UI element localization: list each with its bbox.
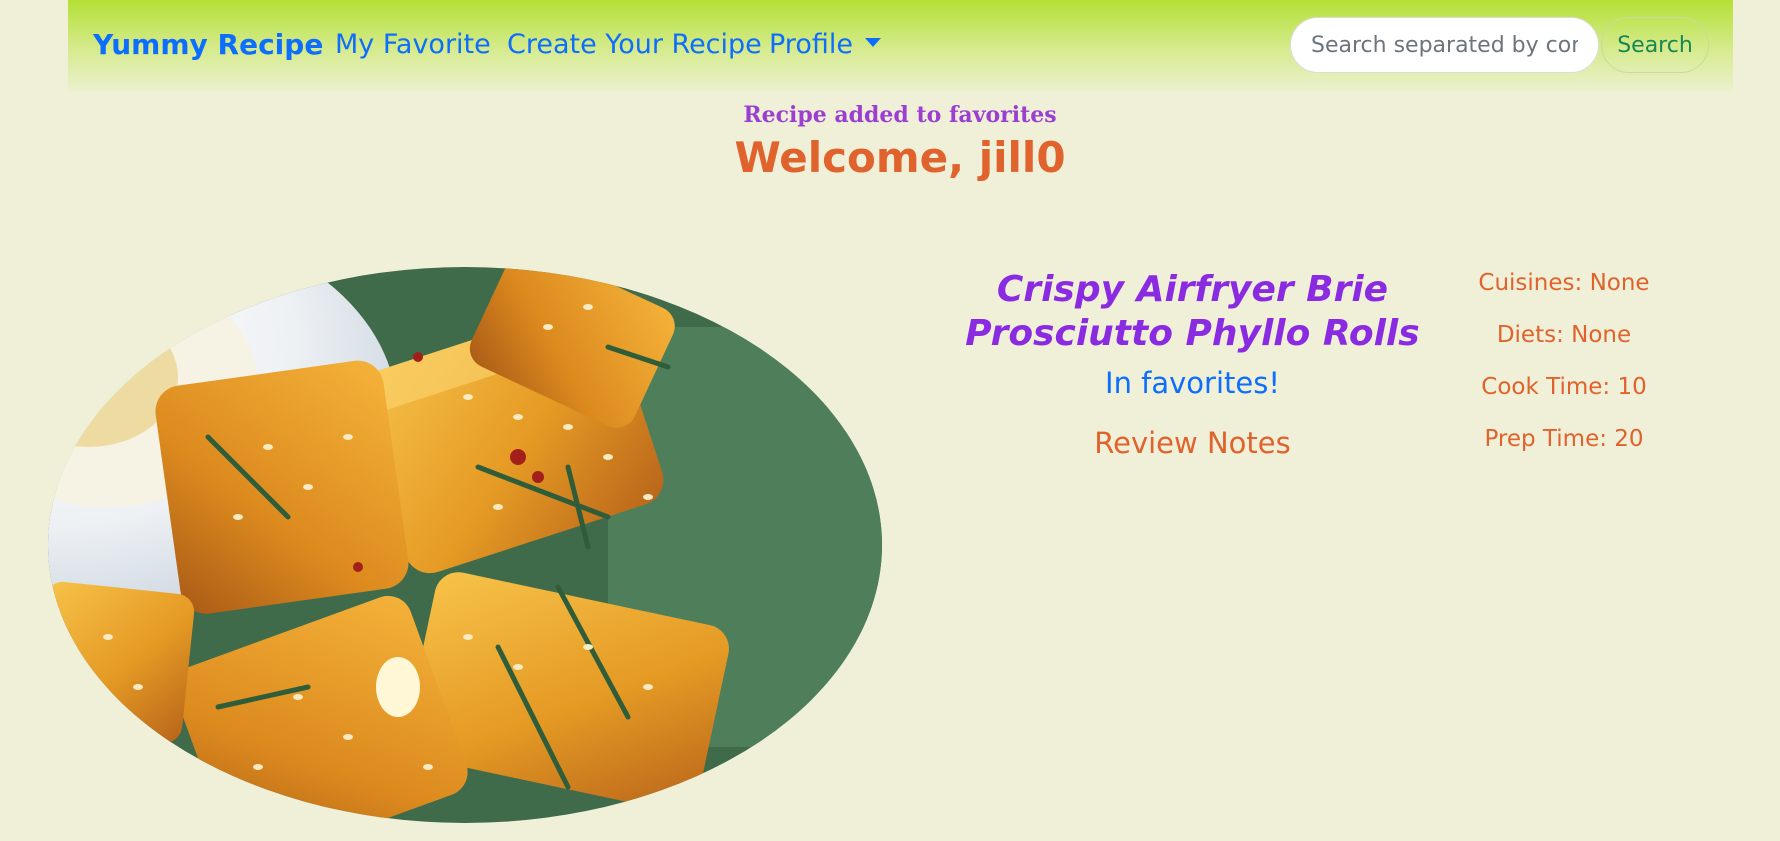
prep-time-info: Prep Time: 20 <box>1484 426 1644 452</box>
recipe-image <box>48 267 882 823</box>
brand-link[interactable]: Yummy Recipe <box>93 28 323 61</box>
favorite-status: In favorites! <box>1105 366 1280 400</box>
navbar: Yummy Recipe My Favorite Create Your Rec… <box>68 0 1733 92</box>
nav-profile-dropdown[interactable]: Profile <box>769 29 881 60</box>
cook-time-info: Cook Time: 10 <box>1481 374 1647 400</box>
review-notes-link[interactable]: Review Notes <box>920 426 1465 460</box>
cuisines-info: Cuisines: None <box>1478 270 1650 296</box>
welcome-heading: Welcome, jill0 <box>734 133 1066 182</box>
recipe-title: Crispy Airfryer Brie Prosciutto Phyllo R… <box>965 269 1420 354</box>
nav-create-recipe[interactable]: Create Your Recipe <box>507 29 762 60</box>
nav-profile-label: Profile <box>769 29 853 60</box>
recipe-photo-illustration <box>48 267 882 823</box>
caret-down-icon <box>864 38 881 47</box>
nav-my-favorite[interactable]: My Favorite <box>335 29 491 60</box>
search-button[interactable]: Search <box>1601 17 1709 73</box>
flash-message: Recipe added to favorites <box>743 102 1057 128</box>
diets-info: Diets: None <box>1496 322 1632 348</box>
search-input[interactable] <box>1290 17 1599 73</box>
